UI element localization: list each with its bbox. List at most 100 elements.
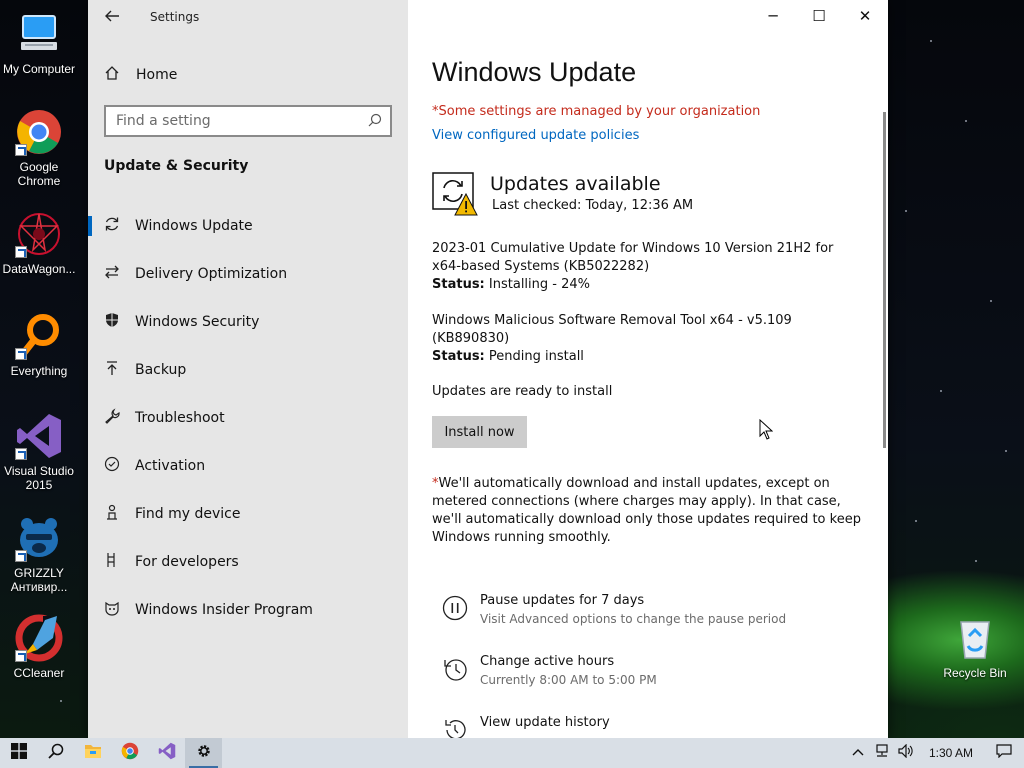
grizzly-icon [15, 514, 63, 562]
update-name: 2023-01 Cumulative Update for Windows 10… [432, 241, 834, 274]
desktop-icon-google-chrome[interactable]: Google Chrome [0, 108, 78, 188]
view-update-history-option[interactable]: View update history [442, 715, 862, 738]
sidebar-section-heading: Update & Security [104, 158, 249, 174]
sidebar-item-label: Find my device [135, 506, 241, 522]
sidebar-item-label: Windows Update [135, 218, 253, 234]
ready-to-install-text: Updates are ready to install [432, 384, 613, 399]
backup-icon [104, 360, 135, 380]
search-icon [368, 113, 382, 131]
insider-cat-icon [104, 600, 135, 620]
taskbar-visual-studio[interactable] [148, 738, 185, 768]
recycle-bin-icon [951, 614, 999, 662]
desktop-icon-label: My Computer [2, 62, 76, 76]
change-active-hours-option[interactable]: Change active hours Currently 8:00 AM to… [442, 654, 862, 698]
desktop-icon-ccleaner[interactable]: CCleaner [0, 614, 78, 680]
sync-icon [104, 216, 135, 236]
desktop-icon-label: GRIZZLY Антивир... [10, 566, 68, 594]
desktop-icon-label: Everything [10, 364, 68, 378]
desktop-icon-visual-studio[interactable]: Visual Studio 2015 [0, 412, 78, 492]
desktop-icon-recycle-bin[interactable]: Recycle Bin [936, 614, 1014, 680]
start-icon [10, 743, 27, 763]
option-title: View update history [480, 715, 610, 730]
desktop-icon-label: Google Chrome [17, 160, 61, 188]
updates-status-heading: Updates available [490, 173, 661, 195]
sidebar-item-find-my-device[interactable]: Find my device [88, 494, 408, 534]
sidebar-item-activation[interactable]: Activation [88, 446, 408, 486]
taskbar-clock[interactable]: 1:30 AM [918, 746, 984, 760]
status-label: Status: [432, 349, 485, 364]
install-now-button[interactable]: Install now [432, 416, 527, 448]
sidebar-item-label: For developers [135, 554, 239, 570]
update-entry: 2023-01 Cumulative Update for Windows 10… [432, 240, 862, 294]
volume-icon[interactable] [894, 743, 918, 762]
sidebar-item-label: Backup [135, 362, 187, 378]
search-icon [47, 743, 64, 763]
sidebar-item-troubleshoot[interactable]: Troubleshoot [88, 398, 408, 438]
status-value: Installing - 24% [488, 277, 590, 292]
taskbar-search-button[interactable] [37, 738, 74, 768]
last-checked-text: Last checked: Today, 12:36 AM [492, 198, 694, 213]
window-controls: ─ ☐ ✕ [750, 0, 888, 32]
desktop-icon-label: Recycle Bin [943, 666, 1007, 680]
content-scrollbar[interactable] [883, 112, 886, 448]
desktop-icon-label: DataWagon... [2, 262, 76, 276]
network-icon[interactable] [870, 744, 894, 762]
settings-gear-icon [196, 743, 212, 763]
sidebar-item-label: Windows Security [135, 314, 260, 330]
taskbar-chrome[interactable] [111, 738, 148, 768]
sidebar-item-backup[interactable]: Backup [88, 350, 408, 390]
ccleaner-icon [15, 614, 63, 662]
home-icon [104, 65, 136, 85]
view-policies-link[interactable]: View configured update policies [432, 128, 639, 143]
pause-updates-option[interactable]: Pause updates for 7 days Visit Advanced … [442, 593, 862, 637]
person-pin-icon [104, 504, 135, 524]
auto-update-note: *We'll automatically download and instal… [432, 475, 872, 547]
wrench-icon [104, 408, 135, 428]
pause-icon [442, 595, 468, 621]
close-button[interactable]: ✕ [842, 0, 888, 32]
sidebar-item-windows-insider-program[interactable]: Windows Insider Program [88, 590, 408, 630]
settings-window: Settings Home Update & Security Windows … [88, 0, 888, 738]
sidebar-item-home[interactable]: Home [104, 64, 177, 86]
chrome-icon [15, 108, 63, 156]
sidebar-item-windows-update[interactable]: Windows Update [88, 206, 408, 246]
update-status: Status: Pending install [432, 348, 862, 366]
desktop-icon-everything[interactable]: Everything [0, 312, 78, 378]
chevron-up-icon[interactable] [846, 746, 870, 761]
check-circle-icon [104, 456, 135, 476]
sidebar-item-for-developers[interactable]: For developers [88, 542, 408, 582]
taskbar-settings[interactable] [185, 738, 222, 768]
update-entry: Windows Malicious Software Removal Tool … [432, 312, 862, 366]
sidebar-item-delivery-optimization[interactable]: Delivery Optimization [88, 254, 408, 294]
sidebar-item-windows-security[interactable]: Windows Security [88, 302, 408, 342]
option-subtitle: Visit Advanced options to change the pau… [480, 612, 787, 626]
update-name: Windows Malicious Software Removal Tool … [432, 313, 792, 346]
chrome-icon [121, 742, 139, 764]
sidebar-item-label: Delivery Optimization [135, 266, 288, 282]
option-subtitle: Currently 8:00 AM to 5:00 PM [480, 673, 657, 687]
minimize-button[interactable]: ─ [750, 0, 796, 32]
find-setting-search[interactable] [104, 105, 392, 137]
sidebar-item-label: Home [136, 67, 178, 83]
settings-sidebar: Settings Home Update & Security Windows … [88, 0, 408, 738]
status-label: Status: [432, 277, 485, 292]
back-arrow-icon[interactable] [104, 8, 124, 28]
search-input[interactable] [116, 113, 356, 129]
start-button[interactable] [0, 738, 37, 768]
update-warning-icon [432, 172, 478, 216]
desktop-icon-grizzly[interactable]: GRIZZLY Антивир... [0, 514, 78, 594]
desktop-icon-label: CCleaner [13, 666, 65, 680]
active-hours-icon [442, 656, 468, 682]
option-title: Pause updates for 7 days [480, 593, 645, 608]
maximize-button[interactable]: ☐ [796, 0, 842, 32]
taskbar-file-explorer[interactable] [74, 738, 111, 768]
sidebar-item-label: Windows Insider Program [135, 602, 313, 618]
desktop-icon-my-computer[interactable]: My Computer [0, 10, 78, 76]
notification-center-icon[interactable] [984, 744, 1024, 762]
option-title: Change active hours [480, 654, 615, 669]
note-text: We'll automatically download and install… [432, 476, 861, 545]
sidebar-item-label: Activation [135, 458, 206, 474]
desktop-icon-label: Visual Studio 2015 [4, 464, 74, 492]
file-explorer-icon [84, 743, 102, 763]
desktop-icon-datawagon[interactable]: DataWagon... [0, 210, 78, 276]
